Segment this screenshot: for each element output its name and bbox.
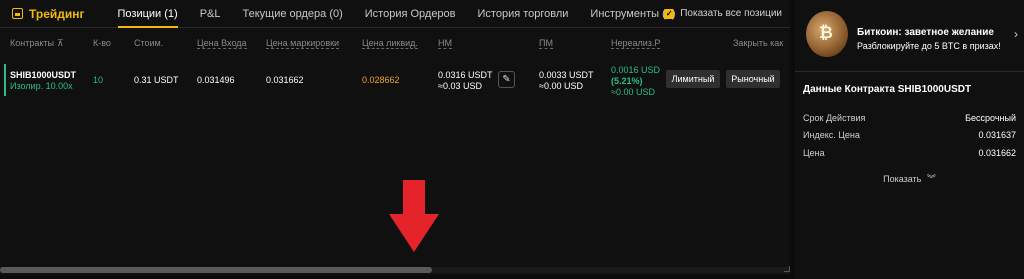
tab-positions[interactable]: Позиции (1) [107, 0, 189, 28]
header-contracts-label: Контракты [10, 38, 54, 48]
expiry-value: Бессрочный [965, 113, 1016, 123]
row-mark-price: 0.031662 [266, 75, 304, 85]
positions-panel: Трейдинг Позиции (1) P&L Текущие ордера … [0, 0, 790, 275]
contract-details-title: Данные Контракта SHIB1000USDT [803, 84, 972, 95]
trading-icon [12, 8, 23, 19]
table-row: SHIB1000USDT Изолир. 10.00x 10 0.31 USDT… [0, 60, 790, 100]
edit-icon: ✎ [502, 74, 511, 85]
tab-order-history[interactable]: История Ордеров [354, 0, 467, 28]
close-limit-button[interactable]: Лимитный [666, 70, 720, 88]
tab-open-orders[interactable]: Текущие ордера (0) [231, 0, 353, 28]
promo-subtitle: Разблокируйте до 5 BTC в призах! [857, 41, 1001, 51]
promo-banner[interactable]: Биткоин: заветное желание Разблокируйте … [795, 0, 1024, 72]
row-im-main: 0.0316 USDT [438, 70, 493, 80]
resize-handle[interactable] [784, 266, 790, 272]
table-header: Контракты ⊼ К-во Стоим. Цена Входа Цена м… [0, 28, 790, 56]
index-price-value: 0.031637 [978, 130, 1016, 140]
tab-trading-label: Трейдинг [29, 6, 85, 21]
pin-icon[interactable]: ⊼ [57, 38, 64, 48]
price-value: 0.031662 [978, 148, 1016, 158]
close-market-button[interactable]: Рыночный [726, 70, 780, 88]
checkbox-checked-icon[interactable]: ✓ [664, 8, 675, 19]
header-value: Стоим. [134, 38, 164, 48]
index-price-label: Индекс. Цена [803, 130, 860, 140]
header-contracts: Контракты ⊼ [10, 38, 64, 49]
horizontal-scrollbar[interactable] [0, 267, 790, 273]
tab-pnl[interactable]: P&L [189, 0, 232, 28]
scrollbar-thumb[interactable] [0, 267, 432, 273]
bitcoin-promo-image [806, 11, 848, 57]
edit-margin-button[interactable]: ✎ [498, 71, 515, 88]
header-liq-price: Цена ликвид. [362, 38, 418, 49]
row-qty: 10 [93, 75, 104, 85]
contract-row-index-price: Индекс. Цена 0.031637 [803, 130, 1016, 140]
row-entry-price: 0.031496 [197, 75, 235, 85]
long-indicator [4, 64, 6, 96]
tab-bar: Трейдинг Позиции (1) P&L Текущие ордера … [0, 0, 790, 28]
price-label: Цена [803, 148, 825, 158]
row-im-sub: ≈0.03 USD [438, 81, 482, 91]
header-maintenance-margin: ПМ [539, 38, 553, 49]
header-initial-margin: НМ [438, 38, 452, 49]
row-mm-main: 0.0033 USDT [539, 70, 594, 80]
show-all-positions-toggle[interactable]: ✓ Показать все позиции [664, 8, 782, 19]
row-pnl-pct: (5.21%) [611, 76, 643, 86]
show-all-positions-label: Показать все позиции [680, 8, 782, 19]
row-leverage[interactable]: Изолир. 10.00x [10, 81, 73, 91]
show-more-button[interactable]: Показать ︾ [795, 172, 1024, 185]
row-pnl-sub: ≈0.00 USD [611, 87, 655, 97]
contract-row-expiry: Срок Действия Бессрочный [803, 113, 1016, 123]
app-root: Трейдинг Позиции (1) P&L Текущие ордера … [0, 0, 1024, 279]
row-value: 0.31 USDT [134, 75, 179, 85]
row-mm-sub: ≈0.00 USD [539, 81, 583, 91]
tab-trading[interactable]: Трейдинг [0, 0, 107, 28]
side-panel: Биткоин: заветное желание Разблокируйте … [795, 0, 1024, 279]
chevron-right-icon[interactable]: › [1014, 27, 1018, 41]
header-entry-price: Цена Входа [197, 38, 247, 49]
row-symbol[interactable]: SHIB1000USDT [10, 70, 76, 80]
show-more-label: Показать [883, 174, 922, 184]
promo-title: Биткоин: заветное желание [857, 27, 994, 38]
down-arrow-icon [389, 180, 439, 252]
header-qty: К-во [93, 38, 111, 48]
header-mark-price: Цена маркировки [266, 38, 340, 49]
header-unrealized-pnl: Нереализ.Р [611, 38, 661, 49]
row-pnl-main: 0.0016 USD [611, 65, 661, 75]
row-liq-price: 0.028662 [362, 75, 400, 85]
chevron-down-double-icon: ︾ [926, 174, 936, 184]
tab-trade-history[interactable]: История торговли [467, 0, 580, 28]
contract-row-price: Цена 0.031662 [803, 148, 1016, 158]
expiry-label: Срок Действия [803, 113, 866, 123]
header-close-by: Закрыть как [733, 38, 784, 48]
